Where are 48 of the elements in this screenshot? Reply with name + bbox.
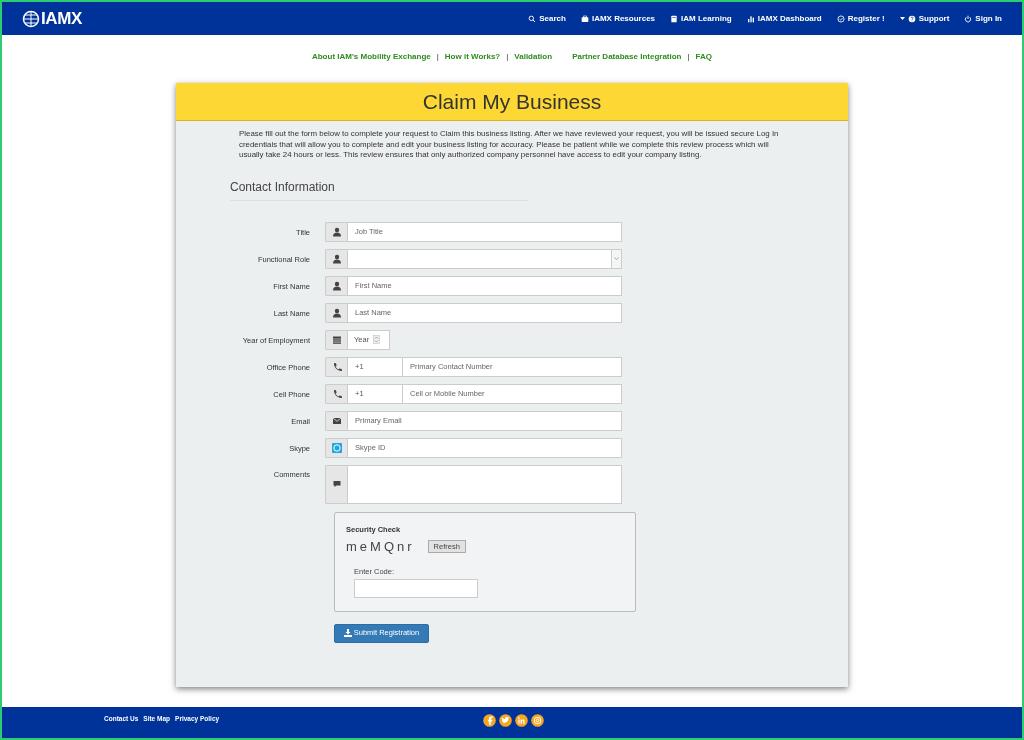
dropdown-field[interactable] bbox=[347, 248, 622, 269]
speech-bubble-icon bbox=[331, 479, 342, 489]
phone-icon bbox=[331, 361, 342, 372]
phone-icon bbox=[331, 388, 342, 399]
download-icon bbox=[343, 629, 352, 637]
camera-icon[interactable] bbox=[531, 714, 544, 727]
briefcase-icon bbox=[580, 14, 589, 23]
nav-link[interactable]: Register ! bbox=[836, 12, 885, 25]
nav-link[interactable]: IAMX Resources bbox=[580, 12, 656, 25]
subnav-link[interactable]: FAQ bbox=[695, 50, 713, 63]
logo[interactable]: IAMX bbox=[22, 5, 82, 32]
facebook-icon[interactable] bbox=[483, 714, 496, 727]
nav-link[interactable]: IAMX Dashboard bbox=[746, 12, 822, 25]
help-icon bbox=[907, 14, 916, 23]
user-icon bbox=[331, 253, 342, 264]
bird-icon[interactable] bbox=[499, 714, 512, 727]
separator: | bbox=[436, 50, 439, 63]
power-icon bbox=[964, 14, 973, 23]
search-icon bbox=[528, 14, 537, 23]
book-icon bbox=[670, 14, 679, 23]
linkedin-icon[interactable] bbox=[515, 714, 528, 727]
separator: | bbox=[506, 50, 509, 63]
check-circle-icon bbox=[836, 14, 845, 23]
mail-icon bbox=[331, 415, 342, 426]
nav-link[interactable]: IAM Learning bbox=[670, 12, 732, 25]
spinner-arrows-icon bbox=[373, 335, 381, 344]
subnav-link[interactable]: Partner Database Integration bbox=[572, 50, 682, 63]
skype-icon bbox=[331, 442, 342, 453]
globe-icon bbox=[22, 9, 40, 28]
chevron-down-icon bbox=[614, 257, 619, 260]
subnav-link[interactable]: Validation bbox=[514, 50, 553, 63]
logo-text: IAMX bbox=[41, 7, 82, 30]
separator: | bbox=[687, 50, 690, 63]
user-icon bbox=[331, 307, 342, 318]
calendar-icon bbox=[331, 334, 342, 345]
nav-link[interactable]: Support bbox=[899, 12, 950, 25]
subnav-link[interactable]: About IAM's Mobility Exchange bbox=[311, 50, 431, 63]
code-input-field[interactable] bbox=[354, 578, 478, 598]
page-title: Claim My Business bbox=[422, 88, 602, 115]
subnav-link[interactable]: How it Works? bbox=[444, 50, 501, 63]
user-icon bbox=[331, 280, 342, 291]
captcha-code: meMQnr bbox=[346, 537, 415, 556]
bar-chart-icon bbox=[746, 14, 755, 23]
caret-icon bbox=[899, 16, 905, 21]
user-icon bbox=[331, 226, 342, 237]
nav-link[interactable]: Search bbox=[528, 12, 566, 25]
section-heading: Contact Information bbox=[230, 177, 528, 201]
nav-link[interactable]: Sign In bbox=[964, 12, 1002, 25]
